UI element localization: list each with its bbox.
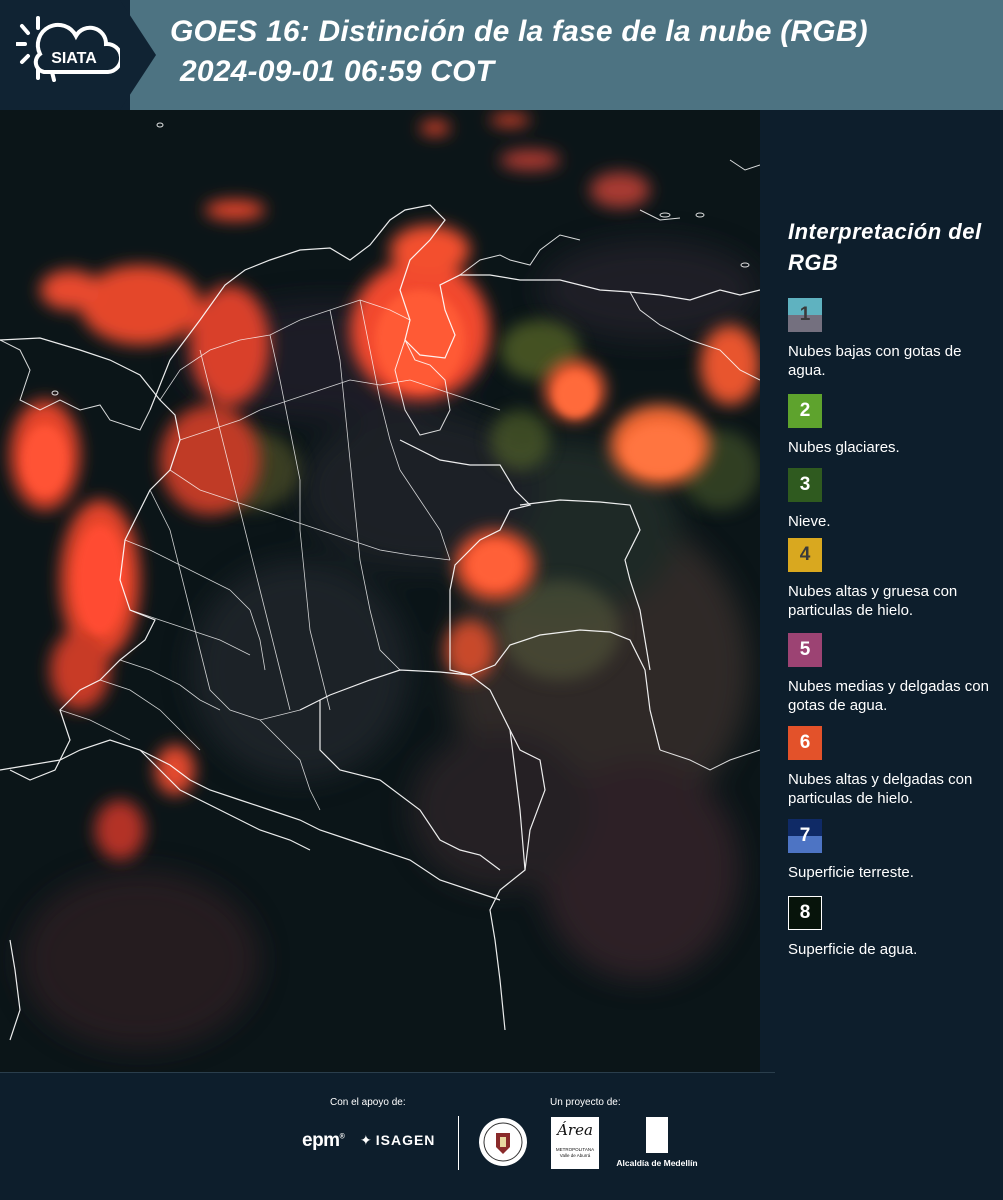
legend-item-1: 1 Nubes bajas con gotas de agua. (788, 298, 1003, 380)
legend-label-7: Superficie terreste. (788, 864, 914, 881)
legend-title: Interpretación del RGB (788, 219, 982, 275)
page-title: GOES 16: Distinción de la fase de la nub… (170, 15, 868, 48)
siata-logo: SIATA (16, 16, 124, 82)
legend-label-2: Nubes glaciares. (788, 439, 900, 456)
legend-swatch-4: 4 (788, 538, 822, 572)
legend-swatch-3: 3 (788, 468, 822, 502)
legend-swatch-6: 6 (788, 726, 822, 760)
legend-label-4: Nubes altas y gruesa con particulas de h… (788, 583, 958, 619)
satellite-rgb-map (0, 110, 760, 1072)
image-timestamp: 2024-09-01 06:59 COT (180, 55, 495, 88)
isagen-logo: ✦ ISAGEN (360, 1132, 436, 1148)
legend-item-4: 4 Nubes altas y gruesa con particulas de… (788, 538, 1003, 620)
satellite-image (0, 110, 760, 1072)
epm-logo: epm® (302, 1130, 345, 1151)
header-bar: SIATA GOES 16: Distinción de la fase de … (0, 0, 1003, 110)
legend-item-8: 8 Superficie de agua. (788, 896, 1003, 959)
university-seal-logo (479, 1118, 527, 1166)
legend-panel: Interpretación del RGB 1 Nubes bajas con… (760, 110, 1003, 1072)
legend-swatch-2: 2 (788, 394, 822, 428)
legend-swatch-1: 1 (788, 298, 822, 332)
logo-tab: SIATA (0, 0, 156, 110)
legend-item-3: 3 Nieve. (788, 468, 1003, 531)
svg-text:SIATA: SIATA (51, 50, 97, 67)
footer-divider-line (0, 1072, 775, 1073)
legend-label-1: Nubes bajas con gotas de agua. (788, 343, 962, 379)
legend-label-8: Superficie de agua. (788, 941, 918, 958)
legend-swatch-7: 7 (788, 819, 822, 853)
support-label: Con el apoyo de: (330, 1097, 406, 1108)
legend-label-6: Nubes altas y delgadas con particulas de… (788, 771, 973, 807)
legend-swatch-5: 5 (788, 633, 822, 667)
legend-label-5: Nubes medias y delgadas con gotas de agu… (788, 678, 989, 714)
area-metropolitana-logo: Área METROPOLITANA Valle de Aburrá (551, 1117, 599, 1169)
alcaldia-medellin-logo: Alcaldía de Medellín (613, 1117, 701, 1173)
medellin-shield-icon (646, 1117, 668, 1153)
legend-item-7: 7 Superficie terreste. (788, 819, 1003, 882)
isagen-mark-icon: ✦ (360, 1132, 373, 1148)
legend-item-5: 5 Nubes medias y delgadas con gotas de a… (788, 633, 1003, 715)
legend-item-2: 2 Nubes glaciares. (788, 394, 1003, 457)
footer-bar: Con el apoyo de: Un proyecto de: epm® ✦ I… (0, 1072, 1003, 1200)
project-label: Un proyecto de: (550, 1097, 621, 1108)
legend-item-6: 6 Nubes altas y delgadas con particulas … (788, 726, 1003, 808)
legend-label-3: Nieve. (788, 513, 831, 530)
footer-logos-divider (458, 1116, 459, 1170)
legend-swatch-8: 8 (788, 896, 822, 930)
